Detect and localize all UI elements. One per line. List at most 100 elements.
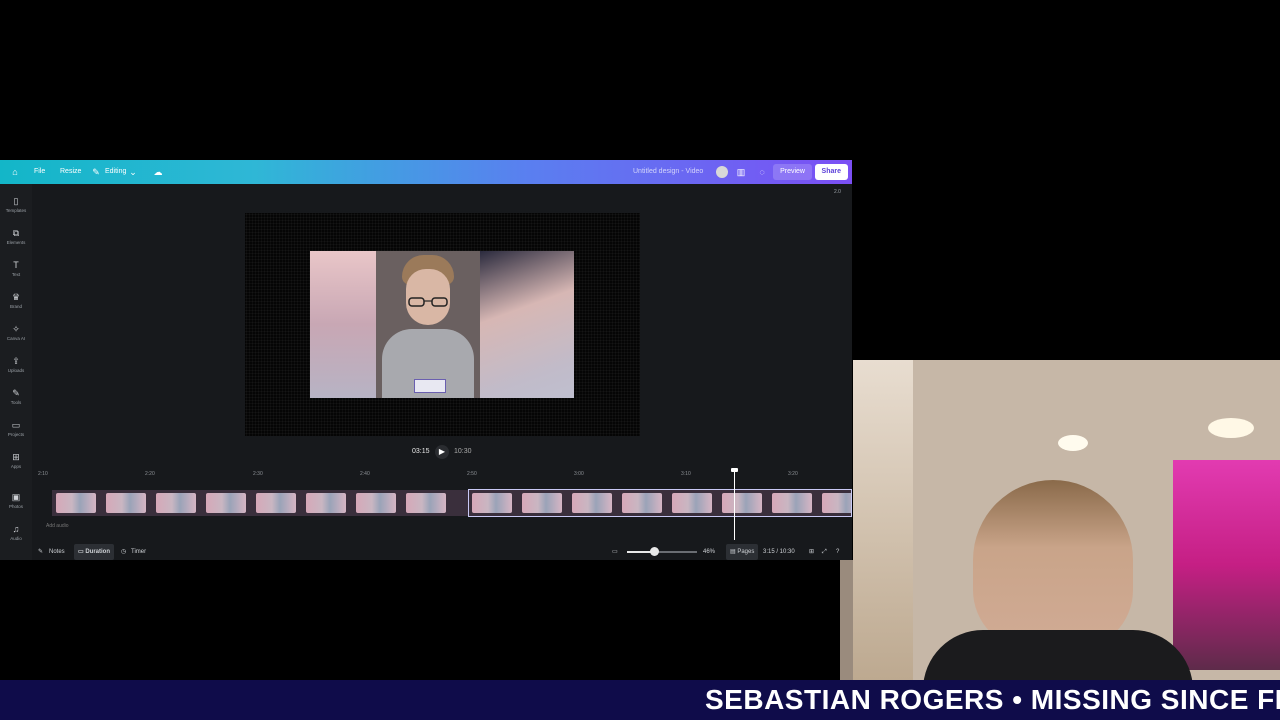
sidebar-item-canva-ai[interactable]: ✧ Canva AI <box>0 322 32 352</box>
sidebar-item-apps[interactable]: ⊞ Apps <box>0 450 32 480</box>
avatar[interactable] <box>716 166 728 178</box>
selected-clip[interactable] <box>468 489 852 517</box>
webcam-feed <box>853 360 1280 680</box>
sidebar-item-templates[interactable]: ▯ Templates <box>0 194 32 224</box>
playhead[interactable] <box>734 470 735 540</box>
sidebar-item-label: Apps <box>10 464 22 469</box>
clip-thumbnail <box>56 493 96 513</box>
timeline-tick: 2:30 <box>253 471 263 477</box>
grid-view-icon[interactable]: ⊞ <box>809 544 814 560</box>
brand-icon: ♛ <box>11 292 21 302</box>
editing-mode-menu[interactable]: Editing <box>105 160 126 184</box>
photos-icon: ▣ <box>11 492 21 502</box>
pages-label: Pages <box>737 549 755 555</box>
sidebar-item-label: Elements <box>6 240 26 245</box>
left-sidebar: ▯ Templates ⧉ Elements T Text ♛ Brand ✧ … <box>0 184 32 560</box>
clip-thumbnail <box>206 493 246 513</box>
fit-screen-icon[interactable]: ▭ <box>612 544 618 560</box>
sidebar-item-label: Templates <box>5 208 27 213</box>
sidebar-item-label: Brand <box>9 304 22 309</box>
missing-person-photo[interactable] <box>310 251 574 398</box>
projects-icon: ▭ <box>11 420 21 430</box>
photo-blurred-left <box>310 251 376 398</box>
webcam-ceiling-light <box>1208 418 1254 438</box>
templates-icon: ▯ <box>13 196 19 206</box>
preview-button[interactable]: Preview <box>773 164 812 180</box>
current-time: 03:15 <box>412 448 430 455</box>
editor-window: ⌂ File Resize ✎ Editing ⌄ ☁ Untitled des… <box>0 160 852 560</box>
sidebar-item-label: Photos <box>8 504 23 509</box>
time-position: 3:15 / 10:30 <box>763 549 795 555</box>
sidebar-item-photos[interactable]: ▣ Photos <box>0 490 32 520</box>
sidebar-item-label: Text <box>11 272 21 277</box>
sidebar-item-label: Projects <box>7 432 25 437</box>
version-badge: 2.0 <box>834 189 841 195</box>
sidebar-item-projects[interactable]: ▭ Projects <box>0 418 32 448</box>
play-icon: ▶ <box>438 447 446 456</box>
uploads-icon: ⇪ <box>12 356 20 366</box>
sidebar-item-elements[interactable]: ⧉ Elements <box>0 226 32 256</box>
document-title[interactable]: Untitled design - Video <box>633 160 703 184</box>
resize-button[interactable]: Resize <box>60 160 81 184</box>
duration-button[interactable]: ▭ Duration <box>74 544 115 560</box>
timeline-tick: 3:00 <box>574 471 584 477</box>
webcam-wall <box>853 360 913 680</box>
portrait-badge <box>414 379 446 393</box>
sidebar-item-text[interactable]: T Text <box>0 258 32 288</box>
timer-icon: ◷ <box>121 549 127 555</box>
ticker-text: SEBASTIAN ROGERS • MISSING SINCE FEBR <box>705 684 1280 715</box>
audio-icon: ♫ <box>12 524 20 534</box>
portrait-glasses <box>408 297 448 307</box>
notes-icon: ✎ <box>38 549 44 555</box>
play-button[interactable]: ▶ <box>435 445 449 459</box>
sidebar-item-tools[interactable]: ✎ Tools <box>0 386 32 416</box>
clip-thumbnail <box>306 493 346 513</box>
tools-icon: ✎ <box>12 388 20 398</box>
sidebar-item-brand[interactable]: ♛ Brand <box>0 290 32 320</box>
total-time: 10:30 <box>454 448 472 455</box>
timeline-tick: 2:40 <box>360 471 370 477</box>
clip-thumbnail <box>256 493 296 513</box>
share-button[interactable]: Share <box>814 164 848 180</box>
pencil-icon: ✎ <box>92 167 100 177</box>
duration-label: Duration <box>85 549 111 555</box>
webcam-ceiling-light <box>1058 435 1088 451</box>
webcam-pink-light <box>1173 460 1280 670</box>
fullscreen-icon[interactable]: ⤢ <box>822 544 827 560</box>
comment-icon[interactable]: ◌ <box>756 166 768 178</box>
pages-button[interactable]: ▤ Pages <box>726 544 759 560</box>
canva-ai-icon: ✧ <box>12 324 20 334</box>
sidebar-item-audio[interactable]: ♫ Audio <box>0 522 32 552</box>
photo-blurred-right <box>480 251 574 398</box>
clip-thumbnail <box>406 493 446 513</box>
sidebar-item-label: Uploads <box>7 368 25 373</box>
zoom-slider-handle[interactable] <box>650 547 659 556</box>
design-canvas[interactable] <box>245 213 640 436</box>
sidebar-item-label: Tools <box>10 400 22 405</box>
top-toolbar: ⌂ File Resize ✎ Editing ⌄ ☁ Untitled des… <box>0 160 852 184</box>
chevron-down-icon[interactable]: ⌄ <box>127 166 139 178</box>
cloud-save-icon[interactable]: ☁ <box>152 166 164 178</box>
webcam-edge <box>840 560 854 680</box>
news-ticker: SEBASTIAN ROGERS • MISSING SINCE FEBR <box>0 680 1280 720</box>
sidebar-item-uploads[interactable]: ⇪ Uploads <box>0 354 32 384</box>
home-icon[interactable]: ⌂ <box>9 166 21 178</box>
clip-thumbnail <box>356 493 396 513</box>
file-menu[interactable]: File <box>34 160 45 184</box>
text-icon: T <box>13 260 19 270</box>
clip-thumbnail <box>106 493 146 513</box>
zoom-percentage[interactable]: 46% <box>703 544 715 560</box>
clip-thumbnail <box>156 493 196 513</box>
apps-icon: ⊞ <box>12 452 20 462</box>
add-audio-track[interactable]: Add audio <box>46 523 69 529</box>
photo-portrait <box>376 251 480 398</box>
insights-icon[interactable]: ▥ <box>735 166 747 178</box>
help-icon[interactable]: ? <box>836 544 839 560</box>
editor-footer: ✎ Notes ▭ Duration ◷ Timer ▭ 46% ▤ Pages… <box>32 544 852 560</box>
timer-button[interactable]: Timer <box>131 544 146 560</box>
timeline-tick: 3:10 <box>681 471 691 477</box>
playhead-handle[interactable] <box>731 468 738 472</box>
notes-button[interactable]: Notes <box>49 544 65 560</box>
sidebar-item-label: Canva AI <box>6 336 26 341</box>
sidebar-item-label: Audio <box>10 536 22 541</box>
